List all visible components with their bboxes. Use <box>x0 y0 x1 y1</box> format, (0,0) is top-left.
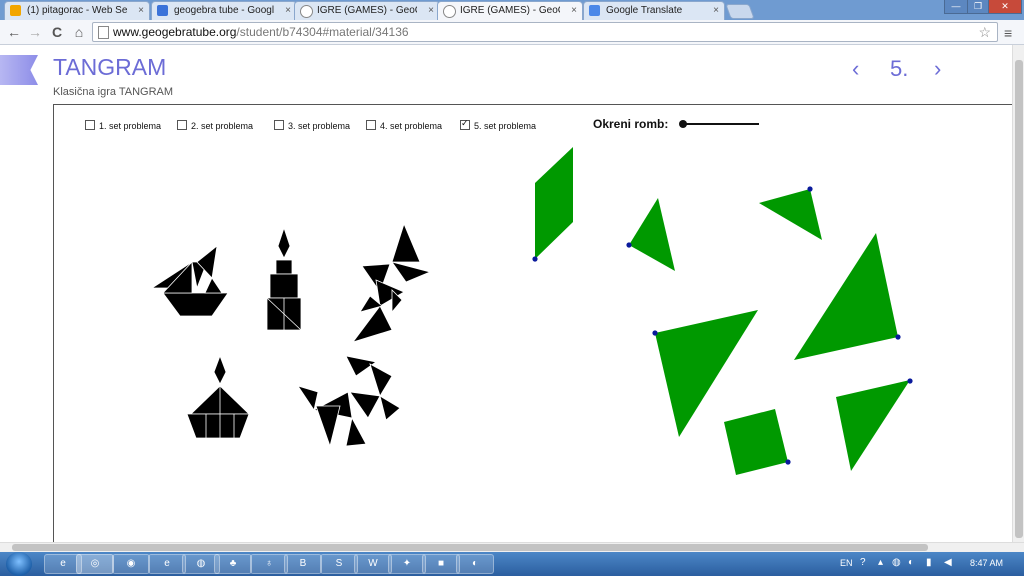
geogebra-favicon-icon <box>300 5 313 18</box>
minimize-button[interactable]: — <box>944 0 968 14</box>
taskbar-app-icon[interactable]: ♣ <box>214 554 252 574</box>
tab-title: IGRE (GAMES) - GeoGebra <box>460 5 560 16</box>
tab-igre-games-active[interactable]: IGRE (GAMES) - GeoGebra × <box>437 1 583 20</box>
checkbox-label: 5. set problema <box>474 121 537 131</box>
page-icon <box>98 26 109 39</box>
forward-button[interactable]: → <box>27 23 43 41</box>
tab-google-translate[interactable]: Google Translate × <box>583 1 725 20</box>
tab-strip: (1) pitagorac - Web Search × geogebra tu… <box>0 0 1024 20</box>
tab-close-icon[interactable]: × <box>713 2 719 19</box>
clock[interactable]: 8:47 AM <box>970 558 1003 568</box>
address-bar[interactable]: www.geogebratube.org/student/b74304#mate… <box>92 22 998 42</box>
url-path: /student/b74304#material/34136 <box>236 25 409 39</box>
tab-geogebra-tube-google[interactable]: geogebra tube - Google × <box>151 1 297 20</box>
page-title: TANGRAM <box>53 54 167 80</box>
home-button[interactable]: ⌂ <box>71 23 87 41</box>
tab-close-icon[interactable]: × <box>285 2 291 19</box>
checkbox-label: 3. set problema <box>288 121 351 131</box>
google-favicon-icon <box>157 5 168 16</box>
checkbox-box[interactable] <box>366 120 376 130</box>
reload-button[interactable]: C <box>49 23 65 41</box>
taskbar-explorer-icon[interactable]: e <box>148 554 186 574</box>
close-window-button[interactable]: ✕ <box>988 0 1022 14</box>
horizontal-scroll-thumb[interactable] <box>12 544 928 551</box>
tab-close-icon[interactable]: × <box>571 2 577 19</box>
tray-app-icon[interactable]: ◐ <box>908 557 914 568</box>
next-page-button[interactable]: › <box>934 56 941 82</box>
checkbox-set-5[interactable]: 5. set problema <box>460 118 537 131</box>
checkbox-set-3[interactable]: 3. set problema <box>274 120 350 131</box>
tab-pitagorac[interactable]: (1) pitagorac - Web Search × <box>4 1 150 20</box>
vertical-scrollbar[interactable] <box>1012 45 1024 542</box>
search-favicon-icon <box>10 5 21 16</box>
tray-arrow-icon[interactable]: ▴ <box>878 557 883 568</box>
title-flag-decoration <box>0 55 38 85</box>
rotate-slider-track[interactable] <box>683 123 759 125</box>
taskbar-b-icon[interactable]: B <box>284 554 322 574</box>
tab-title: IGRE (GAMES) - GeoGebra <box>317 5 417 16</box>
checkbox-set-1[interactable]: 1. set problema <box>85 120 161 131</box>
checkbox-set-4[interactable]: 4. set problema <box>366 120 442 131</box>
tab-igre-games-1[interactable]: IGRE (GAMES) - GeoGebra × <box>294 1 440 20</box>
geogebra-applet[interactable] <box>53 104 1012 542</box>
checkbox-set-2[interactable]: 2. set problema <box>177 120 253 131</box>
tab-title: (1) pitagorac - Web Search <box>27 5 127 16</box>
help-icon[interactable]: ? <box>860 557 866 568</box>
rotate-slider-knob[interactable] <box>679 120 687 128</box>
start-button-icon[interactable] <box>6 552 32 576</box>
checkbox-box[interactable] <box>85 120 95 130</box>
checkbox-box[interactable] <box>177 120 187 130</box>
checkbox-box-checked[interactable] <box>460 118 470 130</box>
browser-toolbar: ← → C ⌂ www.geogebratube.org/student/b74… <box>0 20 1024 45</box>
translate-favicon-icon <box>589 5 600 16</box>
back-button[interactable]: ← <box>6 23 22 41</box>
taskbar-skype-icon[interactable]: S <box>320 554 358 574</box>
network-icon[interactable]: ▮ <box>926 557 932 568</box>
taskbar-word-icon[interactable]: W <box>354 554 392 574</box>
tab-close-icon[interactable]: × <box>428 2 434 19</box>
new-tab-button[interactable] <box>725 4 755 19</box>
browser-menu-icon[interactable]: ≡ <box>1004 25 1012 41</box>
vertical-scroll-thumb[interactable] <box>1015 60 1023 538</box>
previous-page-button[interactable]: ‹ <box>852 56 859 82</box>
checkbox-box[interactable] <box>274 120 284 130</box>
page-subtitle: Klasična igra TANGRAM <box>53 86 174 98</box>
url-domain: www.geogebratube.org <box>113 25 237 39</box>
checkbox-label: 1. set problema <box>99 121 162 131</box>
taskbar-app-icon[interactable]: ✦ <box>388 554 426 574</box>
system-tray: EN ? ▴ ◍ ◐ ▮ ◀ 8:47 AM <box>838 552 1024 576</box>
taskbar-app-icon[interactable]: ■ <box>422 554 460 574</box>
maximize-button[interactable]: ❐ <box>967 0 989 14</box>
volume-icon[interactable]: ◀ <box>944 557 952 568</box>
horizontal-scrollbar[interactable] <box>0 542 1024 552</box>
tray-app-icon[interactable]: ◍ <box>892 557 901 568</box>
taskbar-chrome-icon[interactable]: ◎ <box>76 554 114 574</box>
language-indicator[interactable]: EN <box>840 558 853 568</box>
page-number: 5. <box>890 56 909 81</box>
checkbox-label: 4. set problema <box>380 121 443 131</box>
tab-close-icon[interactable]: × <box>138 2 144 19</box>
rotate-rhombus-label: Okreni romb: <box>593 117 669 131</box>
taskbar-firefox-icon[interactable]: ◉ <box>112 554 150 574</box>
taskbar-odnoklassniki-icon[interactable]: ♁ <box>250 554 288 574</box>
taskbar-app-icon[interactable]: ◐ <box>456 554 494 574</box>
bookmark-star-icon[interactable]: ☆ <box>978 23 991 41</box>
windows-taskbar: e ◎ ◉ e ◍ ♣ ♁ B S W ✦ ■ ◐ EN ? ▴ ◍ ◐ ▮ ◀… <box>0 552 1024 576</box>
tab-title: Google Translate <box>606 5 683 16</box>
tab-title: geogebra tube - Google <box>174 5 274 16</box>
checkbox-label: 2. set problema <box>191 121 254 131</box>
geogebra-favicon-icon <box>443 5 456 18</box>
